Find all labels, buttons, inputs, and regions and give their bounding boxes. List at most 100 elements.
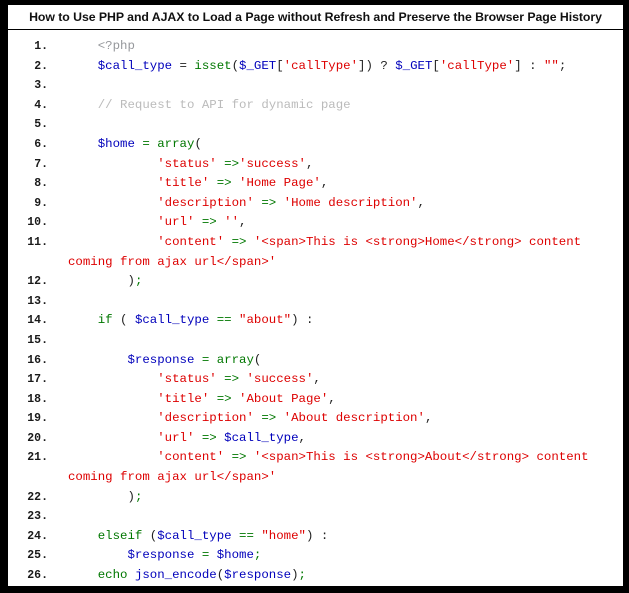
line-number: 7. — [34, 157, 48, 171]
code-token-plain: ( — [253, 352, 262, 367]
code-token-plain: , — [239, 215, 247, 230]
line-number: 10. — [27, 216, 48, 230]
code-line: 6. $home = array( — [8, 135, 623, 155]
code-line-content[interactable]: 'description' => 'Home description', — [56, 194, 623, 214]
code-line: 18. 'title' => 'About Page', — [8, 390, 623, 410]
code-line-content[interactable]: if ( $call_type == "about") : — [56, 311, 623, 331]
line-number: 2. — [34, 59, 48, 73]
code-line-content[interactable]: $call_type = isset($_GET['callType']) ? … — [56, 57, 623, 77]
code-token-plain: ) — [127, 274, 135, 289]
code-token-kw: => — [224, 156, 240, 171]
code-token-str: 'About Page' — [239, 391, 329, 406]
code-token-kw: ; — [253, 548, 262, 563]
code-line-content[interactable]: $response = $home; — [56, 546, 623, 566]
code-table-body: 1. <?php 2. $call_type = isset($_GET['cal… — [8, 37, 623, 586]
code-line-content[interactable]: <?php — [56, 37, 623, 57]
code-line-content[interactable] — [56, 507, 623, 527]
line-number: 20. — [27, 431, 48, 445]
code-listing: 1. <?php 2. $call_type = isset($_GET['cal… — [8, 30, 623, 586]
code-token-kw: => — [261, 411, 277, 426]
code-line-content[interactable] — [56, 331, 623, 351]
code-line: 12. ); — [8, 272, 623, 292]
code-line-content[interactable]: // Request to API for dynamic page — [56, 96, 623, 116]
code-line: 22. ); — [8, 488, 623, 508]
code-line-content[interactable] — [56, 115, 623, 135]
line-number: 25. — [27, 549, 48, 563]
code-line-content[interactable]: 'status' =>'success', — [56, 155, 623, 175]
code-line-content[interactable]: 'content' => '<span>This is <strong>Home… — [56, 233, 623, 272]
code-line-content[interactable]: echo json_encode($response); — [56, 566, 623, 586]
code-token-kw: => — [231, 450, 247, 465]
code-line: 24. elseif ($call_type == "home") : — [8, 527, 623, 547]
code-token-var: $call_type — [134, 313, 210, 328]
code-line-content[interactable]: 'url' => '', — [56, 213, 623, 233]
title-bar: How to Use PHP and AJAX to Load a Page w… — [8, 5, 623, 30]
code-token-str: 'content' — [157, 450, 225, 465]
code-token-plain: ( — [112, 313, 135, 328]
code-token-kw: => — [231, 234, 247, 249]
code-line-content[interactable]: 'content' => '<span>This is <strong>Abou… — [56, 448, 623, 487]
code-token-kw: isset — [194, 58, 232, 73]
code-line: 1. <?php — [8, 37, 623, 57]
code-line-content[interactable]: 'title' => 'Home Page', — [56, 174, 623, 194]
code-line-content[interactable] — [56, 76, 623, 96]
code-line: 19. 'description' => 'About description'… — [8, 409, 623, 429]
line-number: 4. — [34, 98, 48, 112]
code-token-kw: => — [261, 195, 277, 210]
code-snippet-panel: How to Use PHP and AJAX to Load a Page w… — [7, 4, 624, 587]
code-token-plain: ] : — [514, 58, 544, 73]
code-token-str: 'description' — [157, 411, 254, 426]
code-token-plain: , — [313, 372, 321, 387]
code-token-str: 'success' — [246, 372, 314, 387]
code-line: 4. // Request to API for dynamic page — [8, 96, 623, 116]
code-line-content[interactable]: $home = array( — [56, 135, 623, 155]
line-number: 19. — [27, 412, 48, 426]
code-line-content[interactable]: 'url' => $call_type, — [56, 429, 623, 449]
code-token-kw: elseif — [97, 528, 143, 543]
code-token-var: $home — [97, 136, 135, 151]
line-number: 3. — [34, 79, 48, 93]
code-token-str: 'Home Page' — [239, 176, 321, 191]
page-title: How to Use PHP and AJAX to Load a Page w… — [29, 10, 602, 24]
line-number: 26. — [27, 569, 48, 583]
code-line-content[interactable]: elseif ($call_type == "home") : — [56, 527, 623, 547]
code-token-plain: ) : — [291, 313, 314, 328]
code-token-str: 'content' — [157, 234, 225, 249]
code-token-str: 'callType' — [283, 58, 359, 73]
code-line-content[interactable]: 'description' => 'About description', — [56, 409, 623, 429]
code-line-content[interactable]: 'title' => 'About Page', — [56, 390, 623, 410]
code-line-content[interactable]: 'status' => 'success', — [56, 370, 623, 390]
code-line: 17. 'status' => 'success', — [8, 370, 623, 390]
code-line-content[interactable]: ); — [56, 488, 623, 508]
code-token-var: $home — [216, 548, 254, 563]
code-token-kw: array — [157, 136, 195, 151]
code-token-kw: ; — [134, 489, 143, 504]
code-token-kw: => — [224, 372, 240, 387]
code-token-kw: = — [142, 136, 150, 151]
code-token-plain: ) — [127, 489, 135, 504]
line-number: 23. — [27, 510, 48, 524]
code-token-str: "home" — [261, 528, 306, 543]
code-token-plain: ]) ? — [358, 58, 396, 73]
code-line: 7. 'status' =>'success', — [8, 155, 623, 175]
code-line-content[interactable] — [56, 292, 623, 312]
code-token-plain: , — [328, 391, 336, 406]
code-line-content[interactable]: ); — [56, 272, 623, 292]
code-line-content[interactable]: $response = array( — [56, 351, 623, 371]
